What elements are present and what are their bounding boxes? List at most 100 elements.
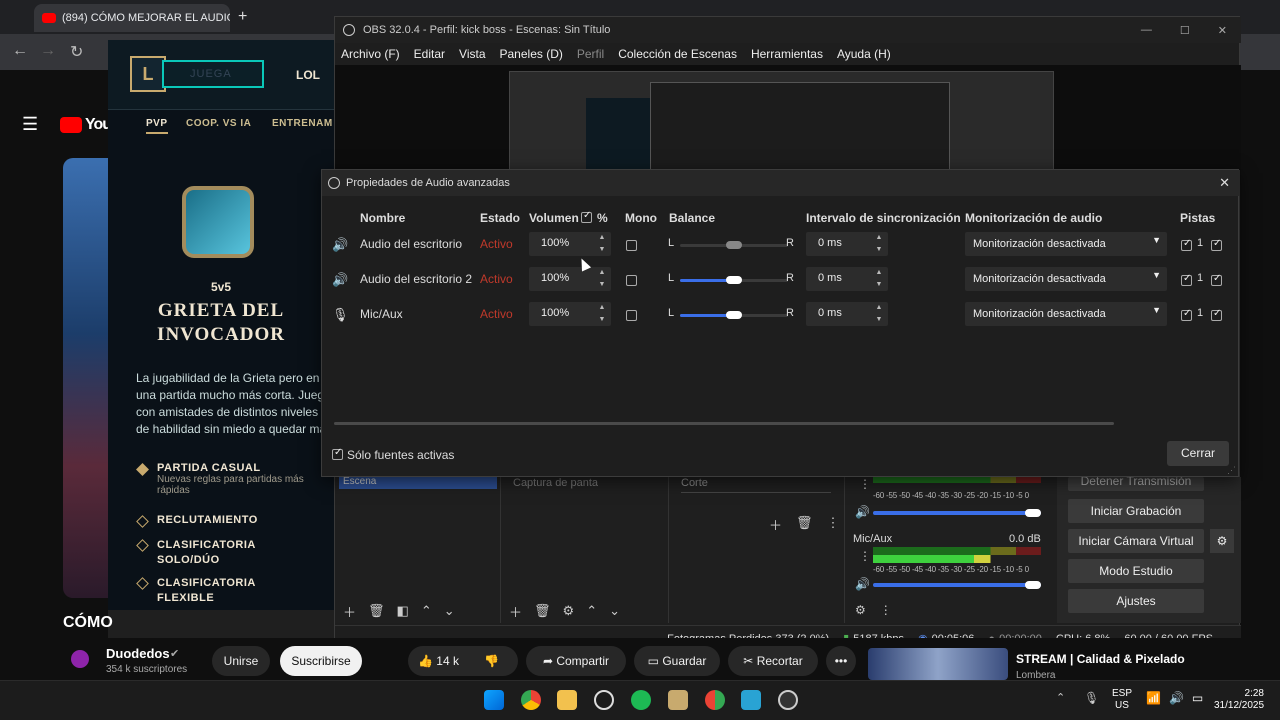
channel-avatar[interactable] [71, 650, 89, 668]
spin-up-icon[interactable]: ▲ [597, 267, 607, 279]
recommended-thumbnail[interactable] [868, 648, 1008, 680]
spin-arrows[interactable]: ▲ ▼ [874, 232, 884, 256]
transition-more-icon[interactable]: ⋮ [827, 515, 840, 534]
sync-spinbox[interactable]: 0 ms ▲ ▼ [806, 267, 888, 291]
monitor-dropdown[interactable]: Monitorización desactivada ▼ [965, 232, 1167, 256]
balance-slider[interactable] [680, 276, 788, 284]
menu-perfil[interactable]: Perfil [577, 47, 604, 61]
balance-knob[interactable] [726, 241, 742, 249]
chrome-profile-icon[interactable] [705, 690, 725, 710]
resize-grip-icon[interactable]: ⋰ [1227, 465, 1236, 476]
tray-chevron-icon[interactable]: ⌃ [1056, 691, 1065, 704]
subscribe-button[interactable]: Suscribirse [280, 646, 362, 676]
spin-arrows[interactable]: ▲ ▼ [874, 302, 884, 326]
capture-app-icon[interactable] [741, 690, 761, 710]
speedtest-icon[interactable] [594, 690, 614, 710]
menu-ayuda[interactable]: Ayuda (H) [837, 47, 891, 61]
track-2-checkbox[interactable] [1211, 238, 1222, 251]
balance-knob[interactable] [726, 276, 742, 284]
spin-up-icon[interactable]: ▲ [597, 232, 607, 244]
back-icon[interactable]: ← [12, 42, 28, 60]
studio-mode-button[interactable]: Modo Estudio [1068, 559, 1204, 583]
tab-coop[interactable]: COOP. VS IA [186, 118, 251, 129]
monitor-dropdown[interactable]: Monitorización desactivada ▼ [965, 267, 1167, 291]
spin-down-icon[interactable]: ▼ [597, 314, 607, 326]
option-ranked-solo[interactable]: CLASIFICATORIA SOLO/DÚO [136, 538, 278, 568]
lol-logo-icon[interactable]: L [130, 56, 166, 92]
microphone-icon[interactable]: 🎙 [332, 307, 349, 323]
tab-pvp[interactable]: PVP [146, 118, 168, 134]
mixer-more-icon[interactable]: ⋮ [880, 603, 892, 617]
track-2-checkbox[interactable] [1211, 273, 1222, 286]
horizontal-scrollbar[interactable] [334, 422, 1114, 425]
virtual-cam-button[interactable]: Iniciar Cámara Virtual [1068, 529, 1204, 553]
sync-spinbox[interactable]: 0 ms ▲ ▼ [806, 302, 888, 326]
move-down-icon[interactable]: ⌄ [444, 603, 455, 619]
source-down-icon[interactable]: ⌄ [609, 603, 620, 619]
forward-icon[interactable]: → [40, 42, 56, 60]
option-ranked-flex[interactable]: CLASIFICATORIA FLEXIBLE [136, 576, 278, 606]
league-client-icon[interactable] [668, 690, 688, 710]
new-tab-button[interactable]: + [238, 8, 247, 26]
menu-archivo[interactable]: Archivo (F) [341, 47, 400, 61]
save-button[interactable]: ▭ Guardar [634, 646, 720, 676]
menu-editar[interactable]: Editar [414, 47, 445, 61]
file-explorer-icon[interactable] [557, 690, 577, 710]
add-scene-icon[interactable]: ＋ [343, 602, 356, 621]
spin-up-icon[interactable]: ▲ [874, 302, 884, 314]
obs-preview[interactable] [335, 65, 1241, 186]
track-checkbox[interactable] [1181, 308, 1192, 321]
browser-tab[interactable]: (894) CÓMO MEJORAR EL AUDIO ✕ [34, 4, 230, 32]
spin-down-icon[interactable]: ▼ [597, 244, 607, 256]
stop-stream-button[interactable]: Detener Transmisión [1068, 475, 1204, 491]
chrome-icon[interactable] [521, 690, 541, 710]
menu-icon[interactable]: ☰ [22, 114, 38, 135]
track-2-checkbox[interactable] [1211, 308, 1222, 321]
spin-arrows[interactable]: ▲ ▼ [597, 267, 607, 291]
windows-start-icon[interactable] [484, 690, 504, 710]
virtual-cam-settings-icon[interactable]: ⚙ [1210, 529, 1234, 553]
minimize-icon[interactable]: — [1141, 24, 1152, 37]
transition-select[interactable]: Corte [681, 477, 831, 493]
spin-up-icon[interactable]: ▲ [597, 302, 607, 314]
spin-down-icon[interactable]: ▼ [874, 314, 884, 326]
mixer-menu-icon[interactable]: ⋮ [859, 477, 871, 491]
join-button[interactable]: Unirse [212, 646, 270, 676]
source-item[interactable]: Captura de panta [513, 477, 598, 489]
remove-transition-icon[interactable]: 🗑 [796, 515, 813, 534]
spin-arrows[interactable]: ▲ ▼ [874, 267, 884, 291]
close-button[interactable]: Cerrar [1167, 441, 1229, 466]
clip-button[interactable]: ✂ Recortar [728, 646, 818, 676]
move-up-icon[interactable]: ⌃ [421, 603, 432, 619]
menu-paneles[interactable]: Paneles (D) [500, 47, 563, 61]
mic-volume-slider[interactable] [873, 581, 1041, 589]
spin-up-icon[interactable]: ▲ [874, 267, 884, 279]
track-checkbox[interactable] [1181, 238, 1192, 251]
option-draft[interactable]: RECLUTAMIENTO [136, 514, 258, 528]
percent-checkbox[interactable] [581, 210, 592, 223]
mono-checkbox[interactable] [626, 275, 637, 286]
mono-checkbox[interactable] [626, 240, 637, 251]
monitor-dropdown[interactable]: Monitorización desactivada ▼ [965, 302, 1167, 326]
active-only-checkbox[interactable] [332, 447, 343, 460]
source-up-icon[interactable]: ⌃ [586, 603, 597, 619]
youtube-logo[interactable]: You [60, 116, 112, 134]
language-indicator[interactable]: ESP US [1112, 688, 1132, 712]
dislike-icon[interactable]: 👎 [484, 654, 499, 668]
spin-down-icon[interactable]: ▼ [874, 279, 884, 291]
track-checkbox[interactable] [1181, 273, 1192, 286]
mic-speaker-icon[interactable]: 🔊 [855, 577, 870, 591]
add-transition-icon[interactable]: ＋ [769, 515, 782, 534]
remove-scene-icon[interactable]: 🗑 [368, 603, 385, 619]
balance-knob[interactable] [726, 311, 742, 319]
menu-vista[interactable]: Vista [459, 47, 485, 61]
share-button[interactable]: ➦ Compartir [526, 646, 626, 676]
dialog-close-icon[interactable]: ✕ [1219, 175, 1240, 191]
desktop-speaker-icon[interactable]: 🔊 [855, 505, 870, 519]
clock[interactable]: 2:28 31/12/2025 [1214, 688, 1264, 712]
like-icon[interactable]: 👍 [418, 654, 433, 668]
start-record-button[interactable]: Iniciar Grabación [1068, 499, 1204, 523]
add-source-icon[interactable]: ＋ [509, 602, 522, 621]
nav-lol[interactable]: LOL [296, 68, 320, 82]
spotify-icon[interactable] [631, 690, 651, 710]
